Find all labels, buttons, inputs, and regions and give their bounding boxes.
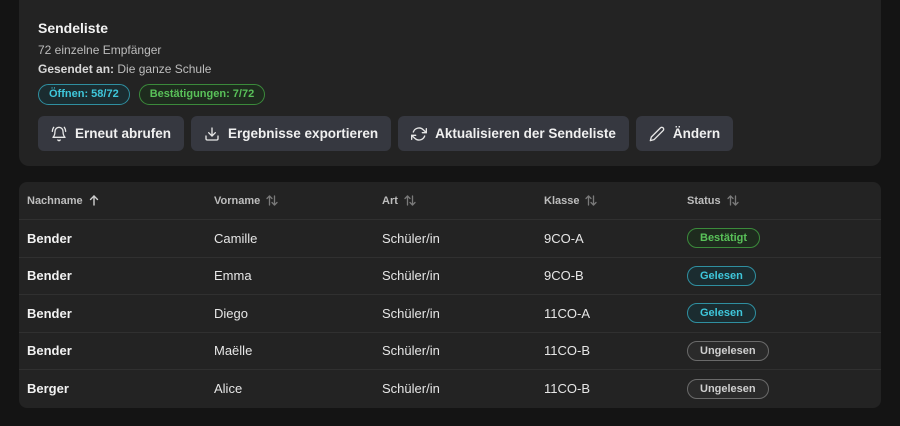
cell-lastname: Bender — [27, 268, 72, 284]
recall-button[interactable]: Erneut abrufen — [38, 116, 185, 151]
cell-class: 11CO-B — [544, 343, 590, 359]
sent-to-value: Die ganze Schule — [117, 62, 212, 76]
cell-firstname: Alice — [214, 381, 243, 397]
status-badge: Gelesen — [687, 303, 756, 324]
cell-firstname: Camille — [214, 230, 258, 246]
cell-lastname: Bender — [27, 230, 72, 246]
cell-firstname: Maëlle — [214, 343, 253, 359]
table-row[interactable]: Bender Camille Schüler/in 9CO-A Bestätig… — [19, 220, 881, 258]
sent-to-line: Gesendet an: Die ganze Schule — [38, 62, 862, 76]
refresh-label: Aktualisieren der Sendeliste — [435, 126, 616, 141]
refresh-icon — [411, 126, 428, 141]
cell-lastname: Bender — [27, 305, 72, 321]
recipients-table: Nachname Vorname Art Klasse Status Bende… — [19, 182, 881, 408]
col-lastname-header[interactable]: Nachname — [27, 195, 99, 207]
cell-lastname: Berger — [27, 381, 69, 397]
sort-asc-icon — [89, 195, 98, 206]
status-badge: Ungelesen — [687, 340, 769, 361]
cell-type: Schüler/in — [382, 343, 440, 359]
col-type-header[interactable]: Art — [382, 195, 416, 207]
table-row[interactable]: Berger Alice Schüler/in 11CO-B Ungelesen — [19, 370, 881, 408]
sent-to-label: Gesendet an: — [38, 62, 115, 76]
status-badge: Gelesen — [687, 265, 756, 286]
cell-status: Gelesen — [687, 265, 756, 286]
cell-status: Bestätigt — [687, 228, 761, 249]
recall-label: Erneut abrufen — [75, 126, 172, 141]
col-status-header[interactable]: Status — [687, 195, 739, 207]
table-row[interactable]: Bender Diego Schüler/in 11CO-A Gelesen — [19, 295, 881, 333]
page-title: Sendeliste — [38, 20, 109, 36]
cell-firstname: Diego — [214, 305, 248, 321]
opens-chip: Öffnen: 58/72 — [38, 84, 130, 105]
cell-status: Ungelesen — [687, 340, 769, 361]
cell-class: 9CO-B — [544, 268, 584, 284]
bell-icon — [51, 126, 67, 141]
cell-class: 11CO-B — [544, 381, 590, 397]
edit-label: Ändern — [672, 126, 721, 141]
cell-class: 9CO-A — [544, 230, 584, 246]
cell-firstname: Emma — [214, 268, 252, 284]
sort-icon — [585, 195, 598, 206]
cell-status: Ungelesen — [687, 378, 769, 399]
cell-class: 11CO-A — [544, 305, 590, 321]
cell-type: Schüler/in — [382, 381, 440, 397]
send-list-card: Sendeliste 72 einzelne Empfänger Gesende… — [19, 0, 881, 166]
refresh-button[interactable]: Aktualisieren der Sendeliste — [398, 116, 629, 151]
edit-button[interactable]: Ändern — [635, 116, 734, 151]
cell-type: Schüler/in — [382, 268, 440, 284]
col-status-label: Status — [687, 194, 721, 207]
sort-icon — [726, 195, 739, 206]
col-firstname-header[interactable]: Vorname — [214, 195, 278, 207]
sort-icon — [266, 195, 278, 206]
stats-chips: Öffnen: 58/72 Bestätigungen: 7/72 — [38, 84, 862, 105]
confirmations-chip: Bestätigungen: 7/72 — [138, 84, 266, 105]
cell-type: Schüler/in — [382, 305, 440, 321]
cell-status: Gelesen — [687, 303, 756, 324]
recipient-count: 72 einzelne Empfänger — [38, 43, 162, 57]
pencil-icon — [649, 126, 665, 141]
status-badge: Ungelesen — [687, 378, 769, 399]
table-row[interactable]: Bender Emma Schüler/in 9CO-B Gelesen — [19, 258, 881, 295]
table-header: Nachname Vorname Art Klasse Status — [19, 182, 881, 220]
action-bar: Erneut abrufen Ergebnisse exportieren Ak… — [38, 116, 862, 151]
sort-icon — [404, 195, 416, 206]
col-class-header[interactable]: Klasse — [544, 194, 598, 207]
status-badge: Bestätigt — [687, 228, 761, 249]
download-icon — [205, 126, 219, 141]
col-lastname-label: Nachname — [27, 194, 83, 207]
export-button[interactable]: Ergebnisse exportieren — [191, 116, 392, 151]
export-label: Ergebnisse exportieren — [228, 126, 379, 141]
col-type-label: Art — [382, 194, 398, 207]
cell-type: Schüler/in — [382, 230, 440, 246]
col-class-label: Klasse — [544, 194, 580, 207]
col-firstname-label: Vorname — [214, 194, 261, 207]
table-row[interactable]: Bender Maëlle Schüler/in 11CO-B Ungelese… — [19, 333, 881, 370]
cell-lastname: Bender — [27, 343, 72, 359]
